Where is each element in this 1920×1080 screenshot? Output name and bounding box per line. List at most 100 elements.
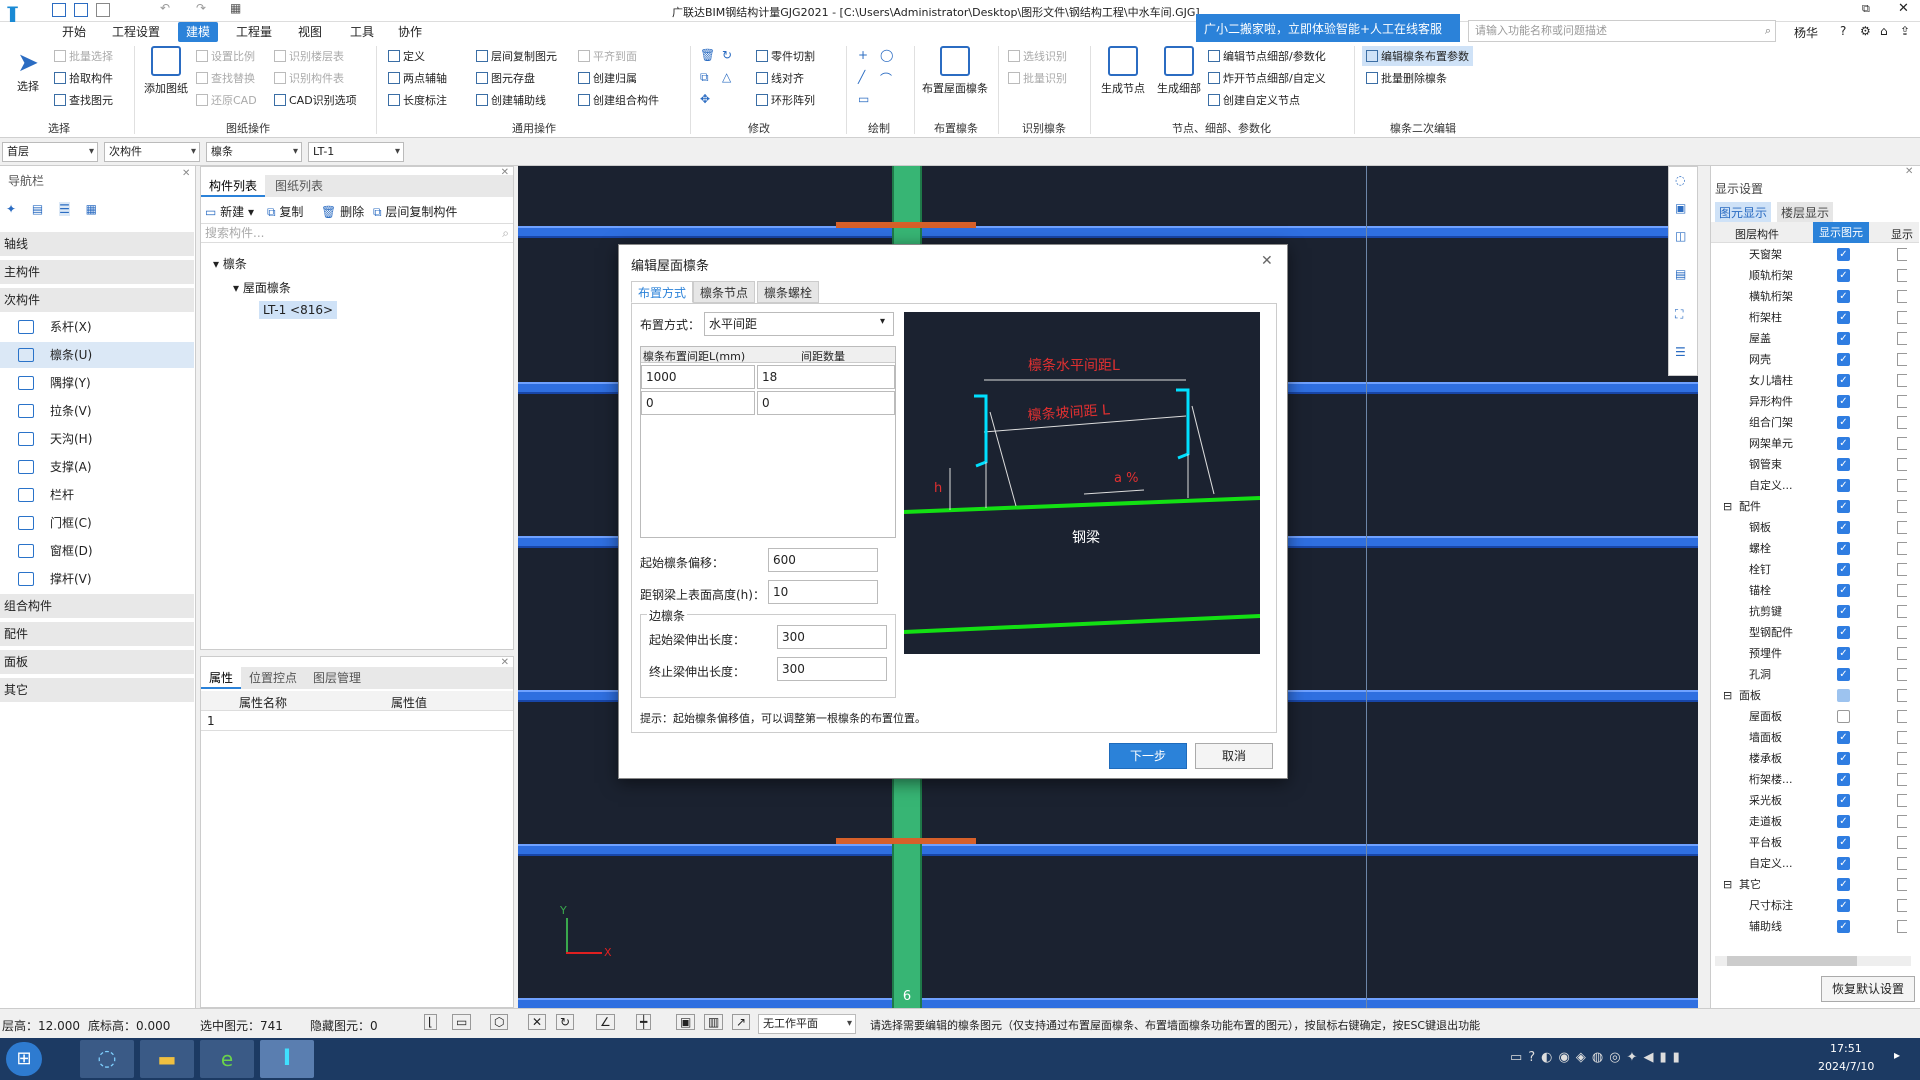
promo-banner[interactable]: 广小二搬家啦，立即体验智能+人工在线客服 xyxy=(1196,14,1460,44)
restore-cad-button[interactable]: 还原CAD xyxy=(196,92,257,108)
arc-draw-icon[interactable]: ⌒ xyxy=(880,70,892,87)
nav-section-panel[interactable]: 面板 xyxy=(0,650,194,674)
clock-date[interactable]: 2024/7/10 xyxy=(1818,1060,1874,1073)
show-checkbox[interactable] xyxy=(1897,647,1907,660)
list-icon[interactable]: ☰ xyxy=(59,202,70,216)
tree-node-roof-purlin[interactable]: ▾ 屋面檩条 xyxy=(233,279,291,296)
nav-item-door-frame[interactable]: 门框(C) xyxy=(0,510,194,536)
display-row[interactable]: 辅助线 ✓ xyxy=(1711,916,1907,937)
folder-icon[interactable] xyxy=(96,3,110,17)
rect-select-icon[interactable]: ▭ xyxy=(452,1014,472,1030)
type-select[interactable]: 檩条 xyxy=(206,142,302,162)
display-row[interactable]: 屋面板 xyxy=(1711,706,1907,727)
find-element-button[interactable]: 查找图元 xyxy=(54,92,113,108)
show-element-checkbox[interactable]: ✓ xyxy=(1837,836,1850,849)
show-element-checkbox[interactable]: ✓ xyxy=(1837,332,1850,345)
display-row[interactable]: ⊟ 配件 ✓ xyxy=(1711,496,1907,517)
ring-array-button[interactable]: 环形阵列 xyxy=(756,92,815,108)
nav-section-secondary[interactable]: 次构件 xyxy=(0,288,194,312)
props-row[interactable]: 1 xyxy=(201,711,513,731)
nav-item-support[interactable]: 支撑(A) xyxy=(0,454,194,480)
display-row[interactable]: ⊟ 面板 xyxy=(1711,685,1907,706)
show-element-checkbox[interactable]: ✓ xyxy=(1837,479,1850,492)
fit-view-icon[interactable]: ⛶ xyxy=(1675,307,1683,322)
display-row[interactable]: 预埋件 ✓ xyxy=(1711,643,1907,664)
display-row[interactable]: 平台板 ✓ xyxy=(1711,832,1907,853)
help-search-input[interactable]: 请输入功能名称或问题描述 ⌕ xyxy=(1468,20,1776,42)
open-icon[interactable] xyxy=(74,3,88,17)
display-row[interactable]: 墙面板 ✓ xyxy=(1711,727,1907,748)
nav-section-combo[interactable]: 组合构件 xyxy=(0,594,194,618)
show-element-checkbox[interactable]: ✓ xyxy=(1837,437,1850,450)
nav-item-gutter[interactable]: 天沟(H) xyxy=(0,426,194,452)
column-icon[interactable]: ▥ xyxy=(704,1014,724,1030)
show-element-checkbox[interactable]: ✓ xyxy=(1837,626,1850,639)
workplane-select[interactable]: 无工作平面 xyxy=(758,1014,856,1034)
tab-floor-display[interactable]: 楼层显示 xyxy=(1777,202,1834,223)
cancel-button[interactable]: 取消 xyxy=(1195,743,1273,769)
frame-icon[interactable]: ▣ xyxy=(676,1014,696,1030)
tab-purlin-node[interactable]: 檩条节点 xyxy=(693,281,756,303)
show-checkbox[interactable] xyxy=(1897,479,1907,492)
select-recognize-button[interactable]: 选线识别 xyxy=(1008,48,1067,64)
circle-draw-icon[interactable]: ◯ xyxy=(880,48,893,62)
tab-tools[interactable]: 工具 xyxy=(342,22,382,42)
show-element-checkbox[interactable]: ✓ xyxy=(1837,500,1850,513)
spacing-cell[interactable]: 0 xyxy=(641,391,755,415)
save-icon[interactable] xyxy=(52,3,66,17)
tab-purlin-bolt[interactable]: 檩条螺栓 xyxy=(757,281,820,303)
show-checkbox[interactable] xyxy=(1897,731,1907,744)
show-checkbox[interactable] xyxy=(1897,332,1907,345)
display-row[interactable]: 钢板 ✓ xyxy=(1711,517,1907,538)
undo-icon[interactable]: ↶ xyxy=(160,1,170,15)
panel-close-icon[interactable]: ✕ xyxy=(501,167,509,178)
tab-view[interactable]: 视图 xyxy=(290,22,330,42)
batch-delete-purlin-button[interactable]: 批量删除檩条 xyxy=(1366,70,1447,86)
height-input[interactable]: 10 xyxy=(768,580,878,604)
create-custom-node-button[interactable]: 创建自定义节点 xyxy=(1208,92,1300,108)
notes-icon[interactable]: ☰ xyxy=(1675,345,1686,359)
home-icon[interactable]: ⌂ xyxy=(1880,24,1888,38)
collapse-icon[interactable]: ⊟ xyxy=(1723,496,1732,517)
start-button[interactable]: ⊞ xyxy=(6,1042,42,1076)
display-row[interactable]: 桁架楼... ✓ xyxy=(1711,769,1907,790)
show-checkbox[interactable] xyxy=(1897,437,1907,450)
display-hscroll[interactable] xyxy=(1715,956,1911,966)
tray-icons[interactable]: ▭?◐◉◈◍◎✦◀▮▮ xyxy=(1510,1050,1686,1065)
show-element-checkbox[interactable] xyxy=(1837,689,1850,702)
props-close-icon[interactable]: ✕ xyxy=(501,657,509,668)
floor-copy-button[interactable]: 层间复制图元 xyxy=(476,48,557,64)
count-cell[interactable]: 18 xyxy=(757,365,895,389)
show-element-checkbox[interactable]: ✓ xyxy=(1837,857,1850,870)
show-checkbox[interactable] xyxy=(1897,899,1907,912)
display-close-icon[interactable]: ✕ xyxy=(1905,166,1913,177)
show-element-checkbox[interactable]: ✓ xyxy=(1837,563,1850,576)
recognize-component-button[interactable]: 识别构件表 xyxy=(274,70,344,86)
pick-component-button[interactable]: 拾取构件 xyxy=(54,70,113,86)
display-row[interactable]: 自定义... ✓ xyxy=(1711,475,1907,496)
cad-options-button[interactable]: CAD识别选项 xyxy=(274,92,357,108)
move-icon[interactable]: ✥ xyxy=(700,92,710,106)
show-checkbox[interactable] xyxy=(1897,605,1907,618)
show-element-checkbox[interactable]: ✓ xyxy=(1837,248,1850,261)
nav-item-window-frame[interactable]: 窗框(D) xyxy=(0,538,194,564)
display-row[interactable]: 顺轨桁架 ✓ xyxy=(1711,265,1907,286)
tab-layer-mgmt[interactable]: 图层管理 xyxy=(305,667,369,689)
show-checkbox[interactable] xyxy=(1897,626,1907,639)
snap-toggle-icon[interactable]: ⌊ xyxy=(424,1014,437,1030)
show-checkbox[interactable] xyxy=(1897,500,1907,513)
steel-beam[interactable] xyxy=(518,844,1698,856)
curve-icon[interactable]: ↗ xyxy=(732,1014,751,1030)
show-element-checkbox[interactable]: ✓ xyxy=(1837,416,1850,429)
tab-start[interactable]: 开始 xyxy=(54,22,94,42)
show-element-checkbox[interactable]: ✓ xyxy=(1837,269,1850,282)
show-element-checkbox[interactable]: ✓ xyxy=(1837,731,1850,744)
display-row[interactable]: 采光板 ✓ xyxy=(1711,790,1907,811)
select-button[interactable]: ➤ 选择 xyxy=(10,48,46,94)
show-checkbox[interactable] xyxy=(1897,521,1907,534)
restore-default-button[interactable]: 恢复默认设置 xyxy=(1821,976,1915,1002)
nav-item-tie-rod[interactable]: 系杆(X) xyxy=(0,314,194,340)
tab-collab[interactable]: 协作 xyxy=(390,22,430,42)
orbit-select-icon[interactable]: ↻ xyxy=(556,1014,575,1030)
show-element-checkbox[interactable] xyxy=(1837,710,1850,723)
